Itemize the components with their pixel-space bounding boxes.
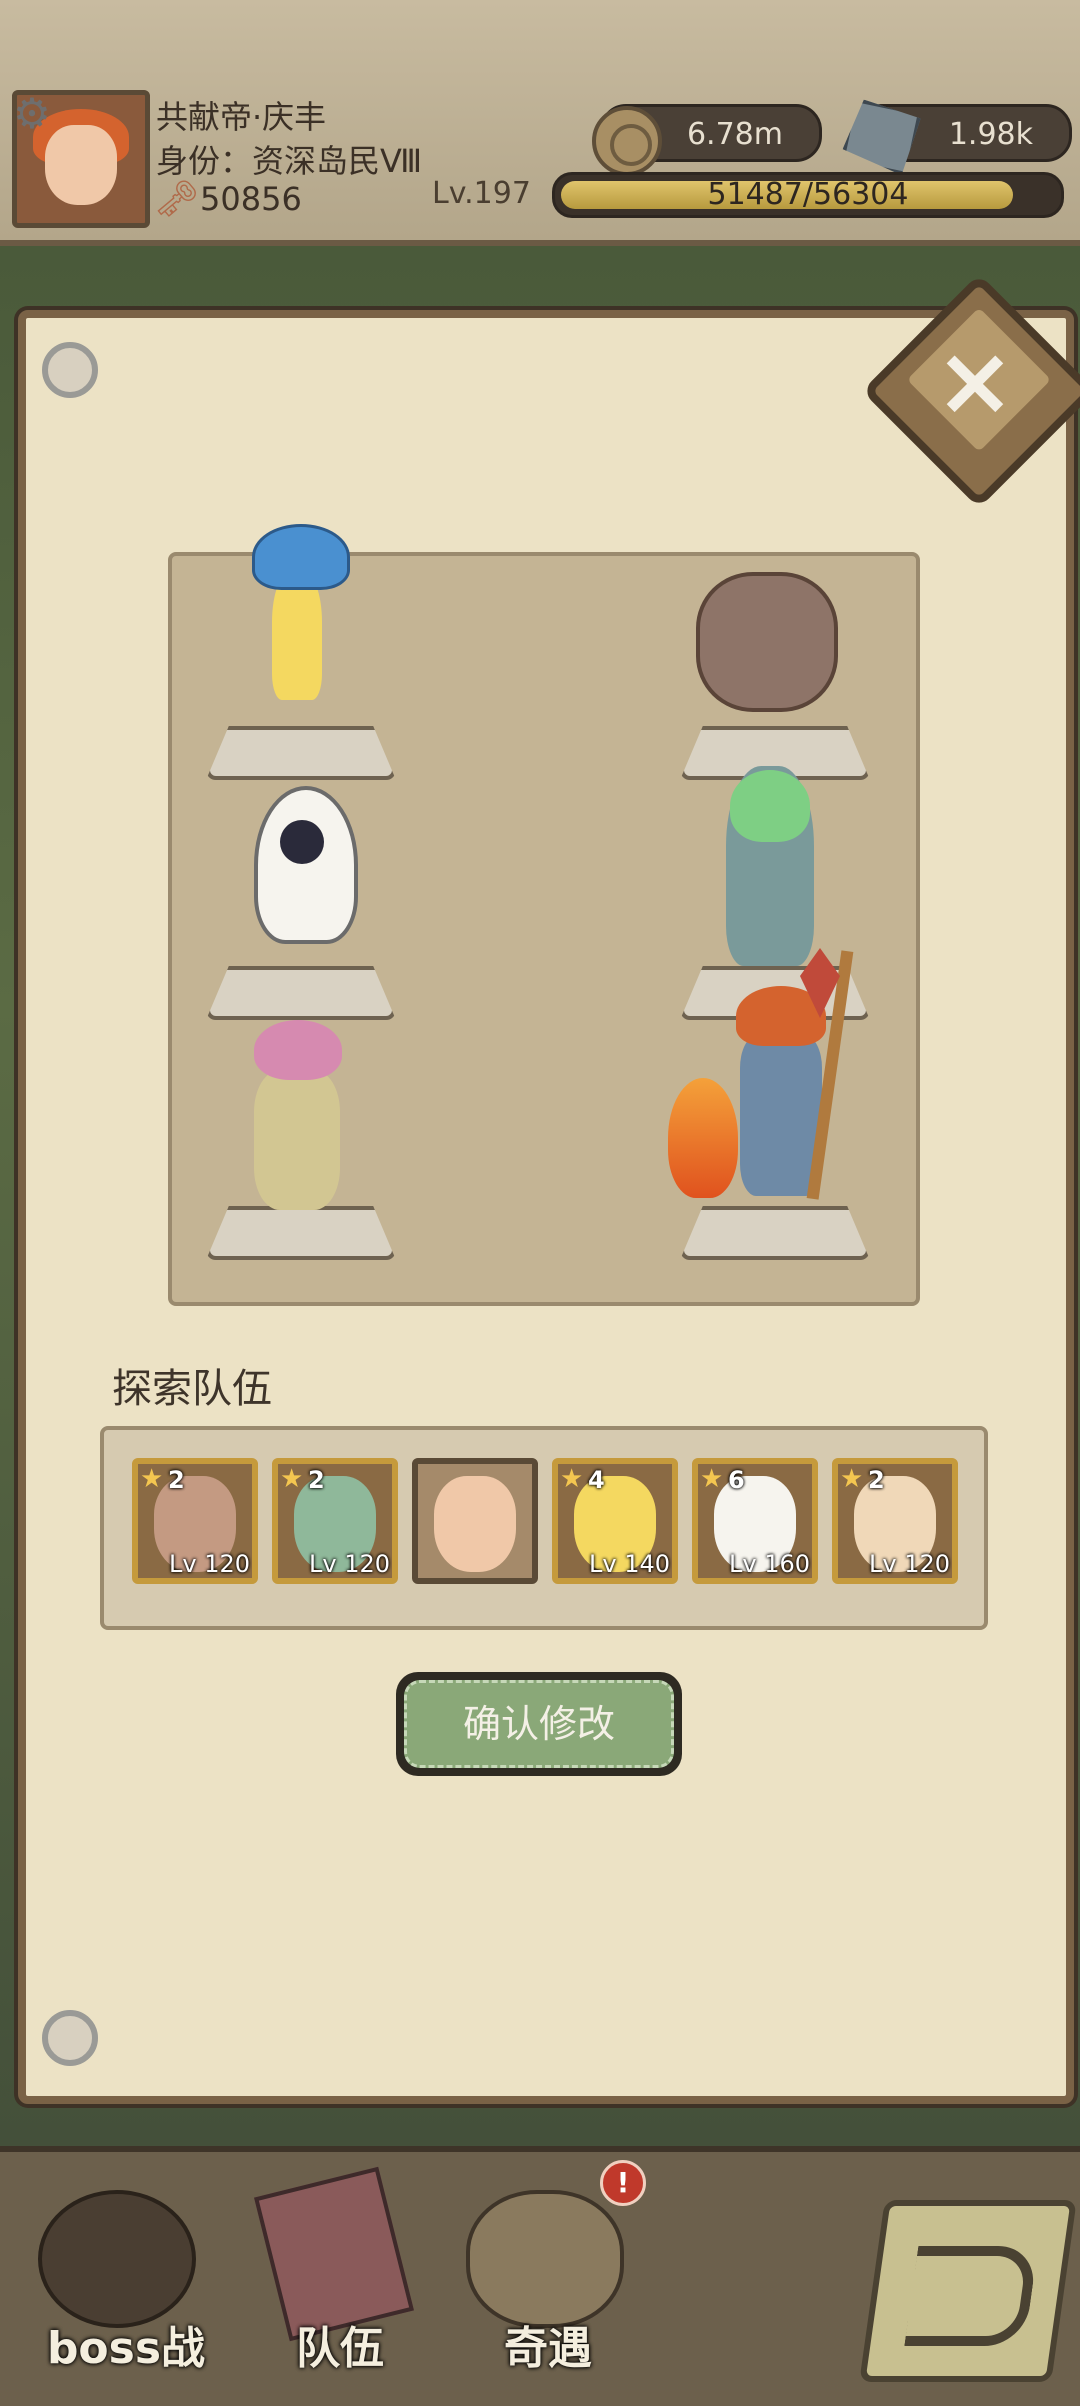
return-arrow-button[interactable] <box>859 2200 1077 2382</box>
player-identity: 身份：资深岛民Ⅷ <box>156 142 423 180</box>
stone-amount: 1.98k <box>948 117 1033 152</box>
ghost-face <box>280 820 324 864</box>
star-icon: ★ <box>700 1464 724 1494</box>
ghost-hero[interactable] <box>254 786 358 944</box>
team-card-level: Lv 120 <box>868 1550 950 1578</box>
flower-girl-hero[interactable] <box>254 1070 340 1210</box>
slot-pedestal-left-3[interactable] <box>206 1206 396 1260</box>
confirm-label: 确认修改 <box>462 1702 615 1746</box>
team-card-flower-girl[interactable]: ★ 2 Lv 120 <box>832 1458 958 1584</box>
flower-girl-hair <box>254 1020 342 1080</box>
team-card-mushroom-girl[interactable]: ★ 4 Lv 140 <box>552 1458 678 1584</box>
binder-ring-top <box>42 342 98 398</box>
xp-bar: 51487/56304 <box>552 172 1064 218</box>
player-level: Lv.197 <box>432 176 531 211</box>
boss-battle-label: boss战 <box>46 2323 206 2374</box>
slot-pedestal-right-3[interactable] <box>680 1206 870 1260</box>
star-icon: ★ <box>560 1464 584 1494</box>
xp-text: 51487/56304 <box>707 177 909 212</box>
team-card-level: Lv 140 <box>588 1550 670 1578</box>
star-icon: ★ <box>280 1464 304 1494</box>
key-icon: 🗝 <box>154 179 200 220</box>
team-card-stars: 6 <box>728 1466 745 1494</box>
close-icon[interactable]: × <box>920 326 1030 436</box>
skull-icon <box>38 2190 196 2328</box>
stone-golem-hero[interactable] <box>696 572 838 712</box>
team-card-ghost[interactable]: ★ 6 Lv 160 <box>692 1458 818 1584</box>
team-card-portrait <box>434 1476 516 1572</box>
star-icon: ★ <box>840 1464 864 1494</box>
star-icon: ★ <box>140 1464 164 1494</box>
slot-pedestal-left-2[interactable] <box>206 966 396 1020</box>
notification-badge: ! <box>600 2160 646 2206</box>
coin-icon <box>592 106 662 176</box>
team-card-level: Lv 120 <box>168 1550 250 1578</box>
green-girl-hair <box>730 770 810 842</box>
team-card-golem[interactable]: ★ 2 Lv 120 <box>132 1458 258 1584</box>
team-card-level: Lv 160 <box>728 1550 810 1578</box>
player-power: 50856 <box>200 180 302 218</box>
encounter-nav-label: 奇遇 <box>504 2323 592 2374</box>
mushroom-cap <box>252 524 350 590</box>
team-card-stars: 2 <box>868 1466 885 1494</box>
team-nav-label: 队伍 <box>296 2323 384 2374</box>
player-name: 共献帝·庆丰 <box>156 98 327 136</box>
avatar-face <box>45 125 117 205</box>
team-title: 探索队伍 <box>112 1366 272 1412</box>
team-card-stars: 2 <box>308 1466 325 1494</box>
team-card-leader[interactable] <box>412 1458 538 1584</box>
confirm-button[interactable]: 确认修改 <box>396 1672 682 1776</box>
flame-effect <box>668 1078 738 1198</box>
team-card-green-girl[interactable]: ★ 2 Lv 120 <box>272 1458 398 1584</box>
treasure-bag-icon <box>466 2190 624 2328</box>
return-arrow-icon <box>904 2246 1039 2346</box>
slot-pedestal-left-1[interactable] <box>206 726 396 780</box>
binder-ring-bottom <box>42 2010 98 2066</box>
settings-gear-icon[interactable]: ⚙ <box>10 92 54 136</box>
team-card-stars: 2 <box>168 1466 185 1494</box>
team-card-level: Lv 120 <box>308 1550 390 1578</box>
coin-amount: 6.78m <box>686 117 783 152</box>
team-card-stars: 4 <box>588 1466 605 1494</box>
